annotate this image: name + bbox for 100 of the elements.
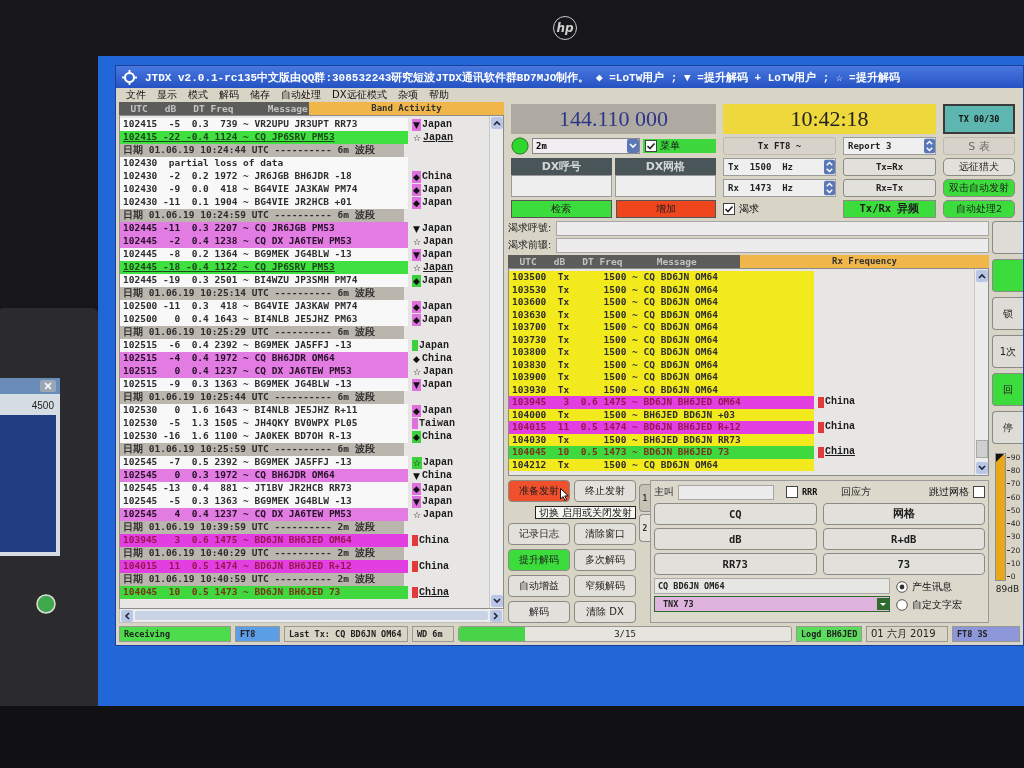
scroll-thumb[interactable] (135, 611, 488, 620)
radio-option[interactable]: 产生讯息 (896, 580, 962, 594)
scrollbar[interactable] (119, 609, 504, 623)
control-button[interactable]: 清除窗口 (574, 523, 636, 545)
menu-item[interactable]: 解码 (219, 88, 239, 102)
control-button[interactable]: 记录日志 (508, 523, 570, 545)
split-button[interactable]: Tx/Rx 异频 (843, 200, 936, 218)
rx-frequency-spinbox[interactable]: Rx 1473 Hz (723, 179, 836, 197)
checkbox-icon[interactable] (786, 486, 798, 498)
country-label: Japan (420, 482, 452, 495)
control-button[interactable]: 自动增益 (508, 575, 570, 597)
band-select[interactable]: 2m (532, 138, 640, 154)
free-text-select[interactable]: TNX 73 (654, 596, 890, 612)
control-button[interactable]: 终止发射 (574, 480, 636, 502)
menu-checkbox[interactable]: 菜单 (643, 139, 716, 153)
rx-equals-tx-button[interactable]: Rx=Tx (843, 179, 936, 197)
auto-sequence-button[interactable]: 自动处理2 (943, 200, 1015, 218)
country-marker: ◆ (412, 274, 421, 287)
input-field[interactable] (556, 221, 989, 236)
mode-button[interactable]: Tx FT8 ~ (723, 137, 836, 155)
checkbox-icon[interactable] (973, 486, 985, 498)
country-marker: ◆ (412, 352, 421, 365)
tab[interactable]: 2 (639, 514, 650, 542)
scroll-thumb[interactable] (975, 440, 988, 458)
field-label: 渴求前辍: (508, 239, 553, 252)
menu-item[interactable]: 储存 (250, 88, 270, 102)
input-field[interactable] (678, 484, 774, 500)
status-field: 01 六月 2019 (866, 626, 948, 642)
dx-call-field[interactable] (511, 175, 612, 197)
control-button[interactable]: 准备发射 (508, 480, 570, 502)
country-label: China (420, 352, 452, 365)
side-button[interactable]: 1次 (992, 335, 1023, 368)
scroll-right-icon[interactable] (490, 609, 502, 622)
scroll-up-icon[interactable] (975, 270, 988, 282)
rrr-checkbox[interactable]: RRR (786, 486, 818, 498)
spin-arrows-icon[interactable] (824, 180, 835, 196)
scroll-left-icon[interactable] (121, 609, 133, 622)
radio-option[interactable]: 自定文字宏 (896, 598, 962, 612)
message-button[interactable]: 网格 (822, 503, 985, 525)
radio-icon[interactable] (896, 599, 908, 611)
country-marker: ◆ (412, 196, 421, 209)
scroll-down-icon[interactable] (490, 595, 503, 607)
side-button[interactable]: 锁 (992, 297, 1023, 330)
auto-tx-button[interactable]: 双击自动发射 (943, 179, 1015, 197)
tab[interactable]: 1 (639, 484, 650, 512)
message-button[interactable]: R+dB (822, 528, 985, 550)
dx-grid-field[interactable] (615, 175, 716, 197)
checkbox-icon[interactable] (723, 203, 735, 215)
spin-arrows-icon[interactable] (824, 159, 835, 175)
report-spinbox[interactable]: Report 3 (843, 137, 936, 155)
message-button[interactable]: RR73 (654, 553, 817, 575)
caret-icon[interactable] (627, 139, 639, 153)
control-button[interactable]: 窄频解码 (574, 575, 636, 597)
side-button[interactable]: 停 (992, 411, 1023, 444)
side-button[interactable]: 回 (992, 373, 1023, 406)
control-button[interactable]: 清除 DX (574, 601, 636, 623)
control-button[interactable]: 提升解码 (508, 549, 570, 571)
country-marker: ◆ (412, 183, 421, 196)
scrollbar[interactable] (489, 116, 503, 608)
app-icon[interactable] (36, 594, 56, 614)
tx-frequency-spinbox[interactable]: Tx 1500 Hz (723, 158, 836, 176)
control-button[interactable]: 多次解码 (574, 549, 636, 571)
menu-item[interactable]: 模式 (188, 88, 208, 102)
hound-button[interactable]: 远征猎犬 (943, 158, 1015, 176)
message-button[interactable]: CQ (654, 503, 817, 525)
menu-item[interactable]: 显示 (157, 88, 177, 102)
radio-icon[interactable] (896, 581, 908, 593)
tx-equals-rx-button[interactable]: Tx=Rx (843, 158, 936, 176)
date-separator: 日期 01.06.19 10:25:14 UTC ---------- 6m 波段 (120, 287, 404, 300)
wanted-checkbox[interactable]: 渴求 (723, 200, 836, 218)
menu-item[interactable]: 帮助 (428, 88, 449, 102)
message-button[interactable]: 73 (822, 553, 985, 575)
message-button[interactable]: dB (654, 528, 817, 550)
side-button[interactable] (992, 221, 1023, 254)
country-marker: ◆ (412, 430, 421, 443)
country-label: China (418, 586, 449, 599)
message-field[interactable]: CQ BD6JN OM64 (654, 578, 890, 594)
country-marker: ◆ (412, 313, 421, 326)
menu-item[interactable]: DX远征模式 (332, 88, 387, 102)
date-separator: 日期 01.06.19 10:39:59 UTC ---------- 2m 波段 (120, 521, 404, 534)
skip-grid-checkbox[interactable]: 跳过网格 (929, 485, 985, 499)
menu-item[interactable]: 自动处理 (281, 88, 321, 102)
caret-icon[interactable] (877, 598, 889, 610)
dx-call-header: DX呼号 (511, 158, 612, 175)
scroll-up-icon[interactable] (490, 117, 503, 129)
country-marker: ▼ (412, 469, 421, 482)
input-field[interactable] (556, 238, 989, 253)
scroll-down-icon[interactable] (975, 462, 988, 474)
spin-arrows-icon[interactable] (924, 138, 935, 154)
scrollbar[interactable] (974, 269, 988, 475)
country-label: Japan (422, 508, 454, 521)
menu-item[interactable]: 文件 (126, 88, 146, 102)
status-field: WD 6m (412, 626, 454, 642)
cursor-icon (560, 488, 569, 501)
control-button[interactable]: 解码 (508, 601, 570, 623)
menu-item[interactable]: 杂项 (397, 88, 418, 102)
close-icon[interactable] (40, 380, 56, 392)
add-button[interactable]: 增加 (615, 200, 716, 218)
checkbox-icon[interactable] (645, 140, 657, 152)
lookup-button[interactable]: 检索 (511, 200, 612, 218)
